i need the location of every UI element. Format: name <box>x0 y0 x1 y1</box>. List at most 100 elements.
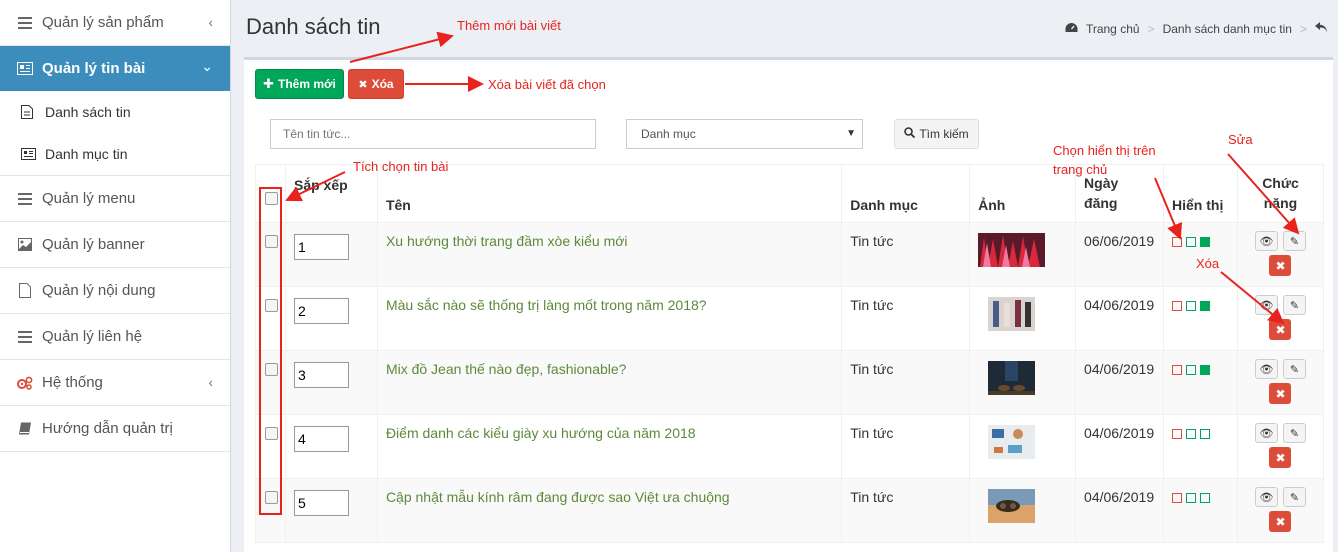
sidebar-item-banner[interactable]: Quản lý banner <box>0 222 230 268</box>
title-cell: Mix đồ Jean thế nào đẹp, fashionable? <box>376 350 843 415</box>
news-thumbnail <box>978 361 1067 395</box>
edit-button[interactable]: ✎ <box>1282 423 1306 443</box>
order-input[interactable] <box>293 298 349 324</box>
chevron-left-icon: ‹ <box>208 374 213 390</box>
sidebar-item-menu[interactable]: Quản lý menu <box>0 176 230 222</box>
sidebar-item-guide[interactable]: Hướng dẫn quản trị <box>0 406 230 452</box>
row-delete-button[interactable]: ✖ <box>1269 447 1292 468</box>
category-cell: Tin tức <box>841 350 971 415</box>
display-toggle[interactable] <box>1172 365 1183 375</box>
order-input[interactable] <box>293 234 349 260</box>
eye-icon: 👁 <box>1259 235 1274 248</box>
view-button[interactable]: 👁 <box>1254 359 1278 379</box>
breadcrumb-separator: > <box>1147 22 1155 36</box>
display-toggle[interactable] <box>1186 493 1197 503</box>
edit-button[interactable]: ✎ <box>1282 359 1306 379</box>
news-title-link[interactable]: Xu hướng thời trang đầm xòe kiểu mới <box>386 233 628 249</box>
row-delete-button[interactable]: ✖ <box>1269 511 1292 532</box>
category-select-value: Danh mục <box>641 127 696 141</box>
sidebar-item-label: Quản lý menu <box>42 190 136 207</box>
bars-icon <box>17 329 33 345</box>
news-thumbnail <box>978 425 1067 459</box>
sidebar-item-label: Quản lý sản phẩm <box>42 14 164 31</box>
row-delete-button[interactable]: ✖ <box>1269 255 1292 276</box>
add-button-label: Thêm mới <box>278 77 336 91</box>
delete-button[interactable]: ✖ Xóa <box>348 69 404 99</box>
display-toggle[interactable] <box>1186 237 1197 247</box>
row-delete-button[interactable]: ✖ <box>1269 383 1292 404</box>
display-cell <box>1163 222 1238 287</box>
sidebar-subitem-news-list[interactable]: Danh sách tin <box>0 91 230 133</box>
sidebar-item-products[interactable]: Quản lý sản phẩm ‹ <box>0 0 230 46</box>
pencil-icon: ✎ <box>1289 299 1300 312</box>
sidebar-item-label: Hướng dẫn quản trị <box>42 420 173 437</box>
thumbnail-cell <box>969 222 1077 287</box>
thumbnail-cell <box>969 414 1077 479</box>
sidebar-item-content[interactable]: Quản lý nội dung <box>0 268 230 314</box>
table-row: Cập nhật mẫu kính râm đang được sao Việt… <box>255 478 1325 543</box>
display-toggle[interactable] <box>1172 237 1183 247</box>
category-cell: Tin tức <box>841 478 971 543</box>
display-toggle[interactable] <box>1200 237 1211 247</box>
display-toggle[interactable] <box>1200 365 1211 375</box>
news-title-link[interactable]: Màu sắc nào sẽ thống trị làng mốt trong … <box>386 297 707 313</box>
display-toggle[interactable] <box>1200 429 1211 439</box>
add-button[interactable]: ✚ Thêm mới <box>255 69 344 99</box>
search-button-label: Tìm kiếm <box>919 127 969 141</box>
actions-cell: 👁 ✎ ✖ <box>1236 222 1325 287</box>
sidebar-item-label: Quản lý tin bài <box>42 60 146 77</box>
annotation-edit: Sửa <box>1228 132 1253 147</box>
view-button[interactable]: 👁 <box>1254 487 1278 507</box>
news-title-link[interactable]: Mix đồ Jean thế nào đẹp, fashionable? <box>386 361 627 377</box>
view-button[interactable]: 👁 <box>1254 295 1278 315</box>
news-title-link[interactable]: Cập nhật mẫu kính râm đang được sao Việt… <box>386 489 730 505</box>
order-input[interactable] <box>293 362 349 388</box>
breadcrumb-separator: > <box>1299 22 1307 36</box>
title-cell: Cập nhật mẫu kính râm đang được sao Việt… <box>376 478 843 543</box>
pencil-icon: ✎ <box>1289 427 1300 440</box>
display-toggle[interactable] <box>1186 301 1197 311</box>
display-toggle[interactable] <box>1186 365 1197 375</box>
back-icon[interactable] <box>1315 22 1328 36</box>
sidebar: Quản lý sản phẩm ‹ Quản lý tin bài ⌄ Dan… <box>0 0 231 552</box>
sidebar-item-contact[interactable]: Quản lý liên hệ <box>0 314 230 360</box>
close-icon: ✖ <box>358 78 368 91</box>
view-button[interactable]: 👁 <box>1254 423 1278 443</box>
category-select[interactable]: Danh mục ▼ <box>626 119 863 149</box>
breadcrumb-current[interactable]: Danh sách danh mục tin <box>1163 22 1292 36</box>
news-thumbnail <box>978 489 1067 523</box>
action-row: 👁 ✎ <box>1254 295 1306 315</box>
caret-down-icon: ▼ <box>846 128 856 139</box>
search-input[interactable] <box>270 119 596 149</box>
display-toggle[interactable] <box>1200 493 1211 503</box>
close-icon: ✖ <box>1275 386 1286 401</box>
breadcrumb-home[interactable]: Trang chủ <box>1086 22 1140 36</box>
row-actions: 👁 ✎ ✖ <box>1246 423 1315 468</box>
edit-button[interactable]: ✎ <box>1282 231 1306 251</box>
display-toggle[interactable] <box>1172 493 1183 503</box>
order-input[interactable] <box>293 426 349 452</box>
display-cell <box>1163 286 1238 351</box>
close-icon: ✖ <box>1275 450 1286 465</box>
search-button[interactable]: Tìm kiếm <box>894 119 979 149</box>
table-row: Mix đồ Jean thế nào đẹp, fashionable? Tin… <box>255 350 1325 415</box>
delete-button-label: Xóa <box>371 77 394 91</box>
display-toggle[interactable] <box>1172 429 1183 439</box>
display-cell <box>1163 478 1238 543</box>
news-title-link[interactable]: Điểm danh các kiểu giày xu hướng của năm… <box>386 425 696 441</box>
category-cell: Tin tức <box>841 222 971 287</box>
display-toggle[interactable] <box>1186 429 1197 439</box>
display-toggle[interactable] <box>1200 301 1211 311</box>
edit-button[interactable]: ✎ <box>1282 295 1306 315</box>
annotation-remove: Xóa <box>1196 256 1220 271</box>
actions-cell: 👁 ✎ ✖ <box>1236 350 1325 415</box>
row-delete-button[interactable]: ✖ <box>1269 319 1292 340</box>
sidebar-subitem-news-categories[interactable]: Danh mục tin <box>0 133 230 175</box>
order-cell <box>284 350 378 415</box>
edit-button[interactable]: ✎ <box>1282 487 1306 507</box>
sidebar-item-system[interactable]: Hệ thống ‹ <box>0 360 230 406</box>
order-input[interactable] <box>293 490 349 516</box>
display-toggle[interactable] <box>1172 301 1183 311</box>
sidebar-item-news[interactable]: Quản lý tin bài ⌄ <box>0 46 230 91</box>
view-button[interactable]: 👁 <box>1254 231 1278 251</box>
